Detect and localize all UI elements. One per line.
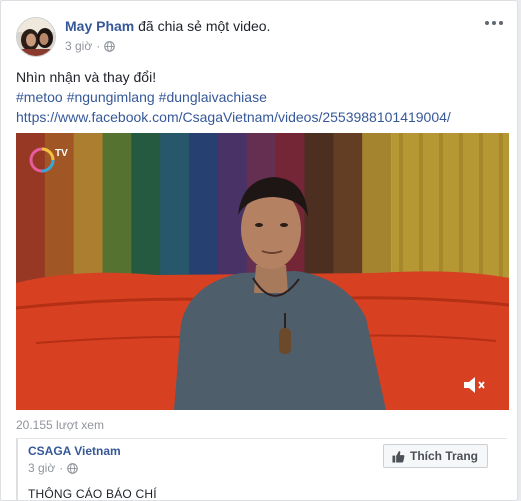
hashtag-link[interactable]: #ngungimlang	[67, 89, 155, 105]
video-player[interactable]: TV	[16, 133, 509, 410]
author-name[interactable]: May Pham	[65, 18, 134, 34]
shared-post-time[interactable]: 3 giờ	[28, 461, 55, 475]
like-page-button[interactable]: Thích Trang	[382, 444, 488, 468]
globe-icon[interactable]	[104, 40, 116, 52]
svg-text:TV: TV	[55, 148, 68, 159]
hashtag-link[interactable]: #dunglaivachiase	[159, 89, 267, 105]
author-avatar[interactable]	[16, 17, 56, 57]
shared-meta: 3 giờ ·	[28, 461, 79, 475]
view-count: 20.155 lượt xem	[16, 418, 104, 432]
post-time[interactable]: 3 giờ	[65, 39, 92, 53]
globe-icon	[67, 462, 79, 474]
post-action-text: đã chia sẻ một video.	[138, 18, 271, 34]
thumbs-up-icon	[392, 450, 405, 463]
shared-preview-text: THÔNG CÁO BÁO CHÍ	[28, 487, 157, 501]
post-meta: 3 giờ ·	[65, 39, 116, 53]
channel-logo-icon: TV	[29, 147, 68, 173]
shared-page-attachment: CSAGA Vietnam 3 giờ · Thích Trang THÔNG …	[16, 439, 509, 501]
video-url-link[interactable]: https://www.facebook.com/CsagaVietnam/vi…	[16, 107, 502, 127]
more-options-icon[interactable]	[483, 15, 505, 31]
post-header: May Pham đã chia sẻ một video.	[65, 18, 270, 34]
like-page-label: Thích Trang	[409, 449, 478, 463]
hashtag-link[interactable]: #metoo	[16, 89, 63, 105]
post-card: May Pham đã chia sẻ một video. 3 giờ · N…	[0, 0, 518, 501]
post-text: Nhìn nhận và thay đổi!	[16, 69, 157, 85]
page-name[interactable]: CSAGA Vietnam	[28, 444, 121, 458]
volume-muted-icon[interactable]	[461, 374, 487, 396]
hashtag-list: #metoo #ngungimlang #dunglaivachiase	[16, 87, 502, 107]
video-frame	[16, 133, 509, 410]
post-body: Nhìn nhận và thay đổi! #metoo #ngungimlan…	[16, 67, 502, 127]
